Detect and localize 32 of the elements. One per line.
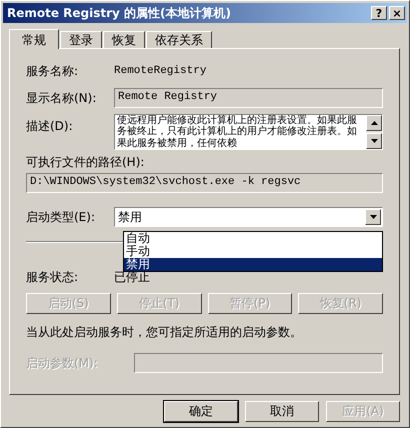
close-button[interactable]: × xyxy=(389,6,405,20)
dialog-button[interactable]: 确定 xyxy=(164,401,238,422)
scroll-down-button[interactable] xyxy=(366,133,382,149)
dropdown-option[interactable]: 自动 xyxy=(124,232,382,245)
window-title: Remote Registry 的属性(本地计算机) xyxy=(7,4,232,22)
field-label: 启动类型(E): xyxy=(26,208,96,226)
service-name-value: RemoteRegistry xyxy=(114,65,206,77)
dropdown-option[interactable]: 手动 xyxy=(124,245,382,258)
tab[interactable]: 依存关系 xyxy=(146,31,212,48)
field-label: 可执行文件的路径(H): xyxy=(26,154,146,171)
dialog-button[interactable]: 取消 xyxy=(245,401,319,422)
down-arrow-icon xyxy=(370,215,376,219)
service-status-value: 已停止 xyxy=(114,270,150,286)
description-field[interactable]: 使远程用户能修改此计算机上的注册表设置。如果此服务被终止，只有此计算机上的用户才能修改注册表。如果此服务被禁用，任何依赖 xyxy=(114,114,383,150)
tab[interactable]: 登录 xyxy=(60,31,102,48)
tab[interactable]: 恢复 xyxy=(103,31,145,48)
down-arrow-icon xyxy=(370,139,378,143)
display-name-field[interactable]: Remote Registry xyxy=(114,88,383,108)
up-arrow-icon xyxy=(370,121,378,125)
field-label: 服务状态: xyxy=(26,268,80,286)
description-text: 使远程用户能修改此计算机上的注册表设置。如果此服务被终止，只有此计算机上的用户才能修改注册表。如果此服务被禁用，任何依赖 xyxy=(116,115,358,149)
startup-type-dropdown[interactable]: 禁用 xyxy=(114,207,383,227)
dropdown-option[interactable]: 禁用 xyxy=(124,258,382,271)
scroll-up-button[interactable] xyxy=(366,115,382,131)
hint-text: 当从此处启动服务时，您可指定所适用的启动参数。 xyxy=(26,324,303,341)
start-parameters-field[interactable] xyxy=(134,353,383,373)
help-button[interactable]: ? xyxy=(371,6,387,20)
field-label: 服务名称: xyxy=(26,62,80,80)
field-label: 显示名称(N): xyxy=(26,90,98,106)
tab[interactable]: 常规 xyxy=(9,29,59,49)
field-label: 描述(D): xyxy=(26,118,74,135)
path-field: D:\WINDOWS\system32\svchost.exe -k regsvc xyxy=(26,173,383,193)
